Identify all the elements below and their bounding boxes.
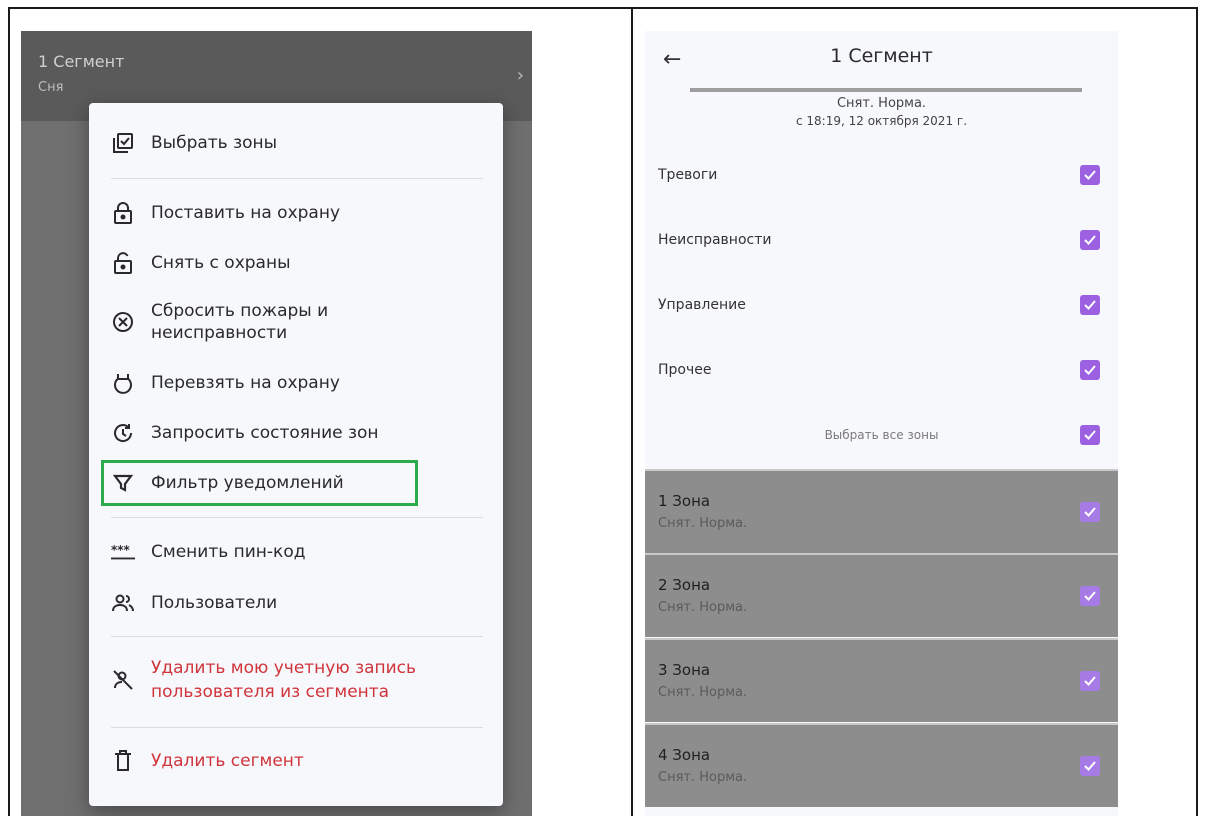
menu-divider xyxy=(111,517,483,518)
zone-checkbox[interactable] xyxy=(1080,756,1100,776)
menu-item-select-zones[interactable]: Выбрать зоны xyxy=(111,131,485,155)
menu-item-label: Сменить пин-код xyxy=(151,542,306,562)
page-title: 1 Сегмент xyxy=(830,45,933,67)
zone-status: Снят. Норма. xyxy=(658,770,748,785)
cancel-circle-icon xyxy=(111,310,135,334)
zone-status: Снят. Норма. xyxy=(658,600,748,615)
zone-checkbox[interactable] xyxy=(1080,671,1100,691)
segment-subtitle: Сня xyxy=(38,80,64,95)
menu-item-request-status[interactable]: Запросить состояние зон xyxy=(111,421,485,445)
lock-icon xyxy=(111,201,135,225)
menu-item-label: Удалить сегмент xyxy=(151,751,304,771)
rearm-icon xyxy=(111,371,135,395)
left-screen: 1 Сегмент Сня › Выбрать зоны Поставить н… xyxy=(21,31,532,816)
zone-status: Снят. Норма. xyxy=(658,685,748,700)
checkbox[interactable] xyxy=(1080,165,1100,185)
checkbox[interactable] xyxy=(1080,295,1100,315)
select-all-label: Выбрать все зоны xyxy=(824,428,939,442)
select-all-zones-row: Выбрать все зоны xyxy=(645,403,1118,467)
header-bar xyxy=(690,88,1082,92)
filter-label: Тревоги xyxy=(658,167,718,183)
pin-code-icon: *** xyxy=(111,540,135,564)
highlight-box xyxy=(101,460,418,506)
checkbox[interactable] xyxy=(1080,360,1100,380)
menu-item-change-pin[interactable]: *** Сменить пин-код xyxy=(111,540,485,564)
filter-row-faults: Неисправности xyxy=(645,208,1118,272)
zone-name: 2 Зона xyxy=(658,576,711,594)
menu-item-disarm[interactable]: Снять с охраны xyxy=(111,251,485,275)
chevron-right-icon: › xyxy=(516,65,524,86)
zone-checkbox[interactable] xyxy=(1080,502,1100,522)
right-screen: ← 1 Сегмент Снят. Норма. с 18:19, 12 окт… xyxy=(645,31,1118,816)
zone-row[interactable]: 4 Зона Снят. Норма. xyxy=(645,723,1118,807)
zone-row[interactable]: 1 Зона Снят. Норма. xyxy=(645,469,1118,553)
menu-item-users[interactable]: Пользователи xyxy=(111,591,485,615)
menu-item-label: Удалить мою учетную запись пользователя … xyxy=(151,658,417,702)
trash-icon xyxy=(111,749,135,773)
menu-item-label: Снять с охраны xyxy=(151,253,291,273)
menu-item-rearm[interactable]: Перевзять на охрану xyxy=(111,371,485,395)
zone-checkbox[interactable] xyxy=(1080,586,1100,606)
svg-text:***: *** xyxy=(111,543,131,557)
menu-divider xyxy=(111,178,483,179)
zone-name: 1 Зона xyxy=(658,492,711,510)
filter-row-alarms: Тревоги xyxy=(645,143,1118,207)
select-all-checkbox[interactable] xyxy=(1080,425,1100,445)
filter-label: Прочее xyxy=(658,362,712,378)
zone-row[interactable]: 3 Зона Снят. Норма. xyxy=(645,638,1118,722)
filter-label: Управление xyxy=(658,297,746,313)
remove-user-icon xyxy=(111,668,135,692)
context-menu: Выбрать зоны Поставить на охрану Снять с… xyxy=(89,103,503,806)
select-zones-icon xyxy=(111,131,135,155)
checkbox[interactable] xyxy=(1080,230,1100,250)
menu-divider xyxy=(111,727,483,728)
unlock-icon xyxy=(111,251,135,275)
filter-row-control: Управление xyxy=(645,273,1118,337)
menu-item-arm[interactable]: Поставить на охрану xyxy=(111,201,485,225)
filter-label: Неисправности xyxy=(658,232,772,248)
zone-row[interactable]: 2 Зона Снят. Норма. xyxy=(645,553,1118,637)
segment-title: 1 Сегмент xyxy=(38,52,125,71)
zone-name: 3 Зона xyxy=(658,661,711,679)
request-status-icon xyxy=(111,421,135,445)
menu-item-label: Выбрать зоны xyxy=(151,133,278,153)
menu-item-label: Сбросить пожары и неисправности xyxy=(151,301,329,343)
segment-status-time: с 18:19, 12 октября 2021 г. xyxy=(795,114,968,128)
menu-item-label: Запросить состояние зон xyxy=(151,423,379,443)
frame-divider xyxy=(631,7,633,816)
zone-status: Снят. Норма. xyxy=(658,516,748,531)
menu-item-label: Пользователи xyxy=(151,593,278,613)
menu-item-reset-fires[interactable]: Сбросить пожары и неисправности xyxy=(111,300,485,344)
segment-status: Снят. Норма. xyxy=(836,96,927,111)
filter-row-other: Прочее xyxy=(645,338,1118,402)
zone-name: 4 Зона xyxy=(658,746,711,764)
users-icon xyxy=(111,591,135,615)
menu-item-label: Перевзять на охрану xyxy=(151,373,340,393)
menu-item-label: Поставить на охрану xyxy=(151,203,341,223)
menu-item-delete-segment[interactable]: Удалить сегмент xyxy=(111,749,485,773)
menu-divider xyxy=(111,636,483,637)
menu-item-remove-account[interactable]: Удалить мою учетную запись пользователя … xyxy=(111,656,485,704)
